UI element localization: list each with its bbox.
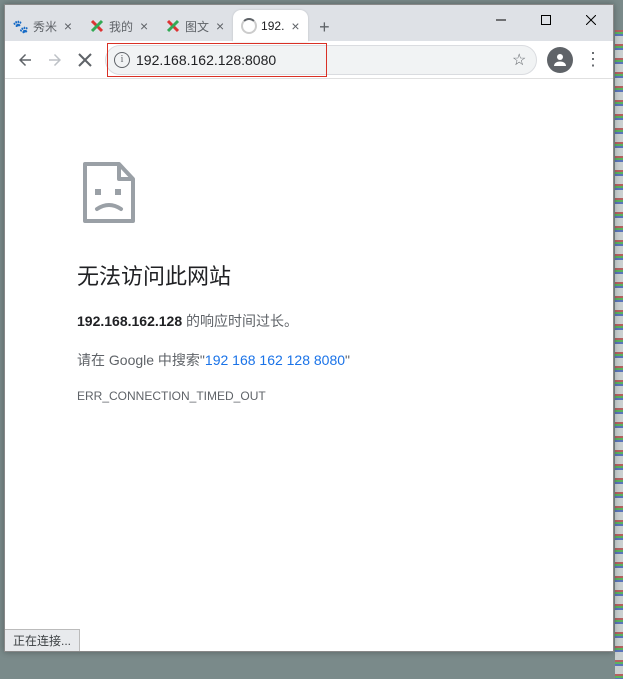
- tab-title: 秀米: [33, 18, 57, 35]
- new-tab-button[interactable]: +: [310, 13, 338, 41]
- error-title: 无法访问此网站: [77, 259, 553, 291]
- omnibox[interactable]: i ☆: [105, 45, 537, 75]
- favicon-x-icon: [89, 18, 105, 34]
- close-tab-icon[interactable]: ×: [61, 19, 75, 33]
- tab-0[interactable]: 🐾 秀米 ×: [5, 11, 81, 41]
- error-host-line: 192.168.162.128 的响应时间过长。: [77, 311, 553, 332]
- sad-file-icon: [77, 159, 147, 229]
- background-editor-stripe: [615, 30, 623, 679]
- error-search-prefix: 请在 Google 中搜索": [77, 352, 205, 368]
- omnibox-container: i ☆: [105, 45, 537, 75]
- error-host: 192.168.162.128: [77, 313, 182, 329]
- tab-strip: 🐾 秀米 × 我的 × 图文 × 192. × +: [5, 5, 613, 41]
- close-tab-icon[interactable]: ×: [213, 19, 227, 33]
- favicon-x-icon: [165, 18, 181, 34]
- error-search-link[interactable]: 192 168 162 128 8080: [205, 352, 345, 368]
- tab-2[interactable]: 图文 ×: [157, 11, 233, 41]
- stop-button[interactable]: [71, 46, 99, 74]
- chrome-window: 🐾 秀米 × 我的 × 图文 × 192. × +: [4, 4, 614, 652]
- url-input[interactable]: [136, 52, 506, 68]
- page-content: 无法访问此网站 192.168.162.128 的响应时间过长。 请在 Goog…: [5, 79, 613, 651]
- error-code: ERR_CONNECTION_TIMED_OUT: [77, 389, 553, 403]
- profile-avatar[interactable]: [547, 47, 573, 73]
- maximize-button[interactable]: [523, 5, 568, 35]
- tab-title: 我的: [109, 18, 133, 35]
- favicon-paw-icon: 🐾: [13, 18, 29, 34]
- site-info-icon[interactable]: i: [114, 52, 130, 68]
- tab-title: 图文: [185, 18, 209, 35]
- toolbar: i ☆ ⋮: [5, 41, 613, 79]
- error-search-suffix: ": [345, 352, 350, 368]
- error-host-suffix: 的响应时间过长。: [182, 313, 298, 329]
- bookmark-star-icon[interactable]: ☆: [512, 50, 528, 70]
- forward-button: [41, 46, 69, 74]
- close-tab-icon[interactable]: ×: [137, 19, 151, 33]
- back-button[interactable]: [11, 46, 39, 74]
- loading-spinner-icon: [241, 18, 257, 34]
- window-controls: [478, 5, 613, 35]
- error-search-line: 请在 Google 中搜索"192 168 162 128 8080": [77, 350, 553, 371]
- kebab-menu-icon[interactable]: ⋮: [579, 46, 607, 74]
- close-tab-icon[interactable]: ×: [288, 19, 302, 33]
- tab-3-active[interactable]: 192. ×: [233, 10, 308, 42]
- minimize-button[interactable]: [478, 5, 523, 35]
- close-window-button[interactable]: [568, 5, 613, 35]
- tab-1[interactable]: 我的 ×: [81, 11, 157, 41]
- tab-title: 192.: [261, 19, 284, 33]
- status-bar: 正在连接...: [5, 629, 80, 651]
